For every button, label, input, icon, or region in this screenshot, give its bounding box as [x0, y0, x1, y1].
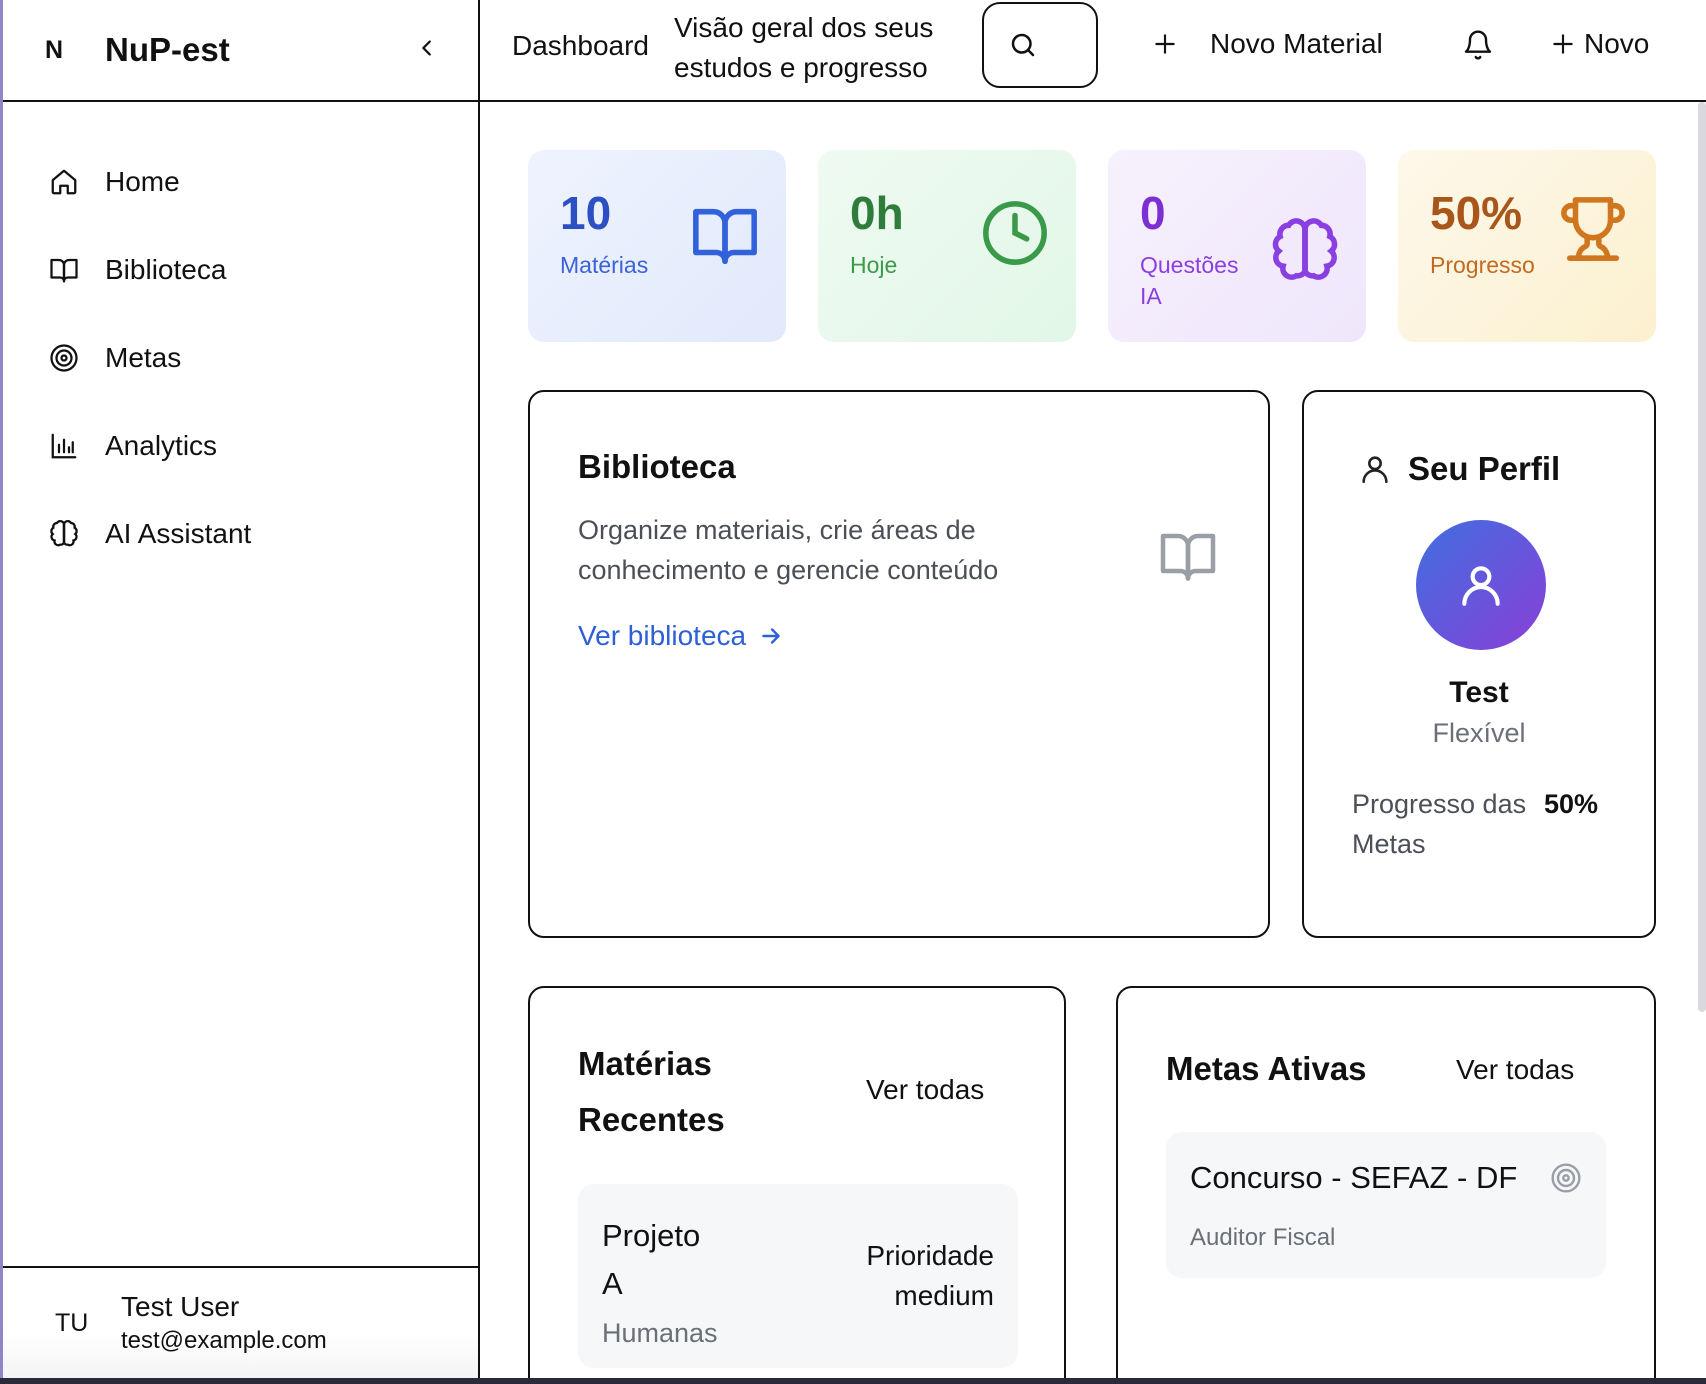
sidebar-item-ai-assistant[interactable]: AI Assistant	[3, 490, 478, 578]
view-all-goals-link[interactable]: Ver todas	[1456, 1054, 1574, 1086]
sidebar-item-analytics[interactable]: Analytics	[3, 402, 478, 490]
book-open-icon	[1160, 533, 1216, 581]
view-library-label: Ver biblioteca	[578, 620, 747, 651]
library-description: Organize materiais, crie áreas de conhec…	[578, 515, 999, 585]
recent-subjects-card: Matérias Recentes Ver todas Projeto A Hu…	[528, 986, 1066, 1378]
target-icon	[1551, 1163, 1581, 1193]
sidebar-item-home[interactable]: Home	[3, 138, 478, 226]
goals-progress-label: Progresso das Metas	[1352, 789, 1527, 859]
window-edge	[0, 1378, 1706, 1384]
search-button[interactable]	[982, 2, 1098, 88]
goal-role: Auditor Fiscal	[1190, 1224, 1336, 1251]
profile-card: Seu Perfil Test Flexível Progresso das M…	[1302, 390, 1656, 938]
app-window: N NuP-est Home Biblioteca Metas Analytic…	[0, 0, 1706, 1384]
user-name: Test User	[121, 1291, 240, 1322]
plus-icon	[1553, 34, 1573, 54]
library-title: Biblioteca	[578, 448, 736, 485]
stat-card-materias[interactable]: 10 Matérias	[528, 150, 786, 342]
top-bar: Dashboard Visão geral dos seus estudos e…	[480, 0, 1706, 102]
sidebar-item-metas[interactable]: Metas	[3, 314, 478, 402]
goals-progress-value: 50%	[1544, 789, 1599, 819]
subject-area: Humanas	[602, 1318, 718, 1348]
target-icon	[47, 341, 81, 375]
recent-subjects-title: Matérias Recentes	[578, 1045, 725, 1138]
trophy-icon	[1561, 197, 1625, 261]
page-subtitle: Visão geral dos seus estudos e progresso	[674, 12, 934, 83]
sidebar-item-label: Biblioteca	[105, 254, 227, 285]
subject-priority: Prioridade medium	[866, 1240, 994, 1311]
book-icon	[47, 253, 81, 287]
profile-name: Test	[1449, 676, 1509, 709]
search-icon	[1011, 33, 1035, 57]
active-goals-card: Metas Ativas Ver todas Concurso - SEFAZ …	[1116, 986, 1656, 1378]
user-info: Test User test@example.com	[121, 1291, 327, 1355]
list-item[interactable]: Concurso - SEFAZ - DF Auditor Fiscal	[1166, 1132, 1606, 1278]
plus-icon	[1155, 34, 1175, 54]
arrow-right-icon	[762, 628, 780, 644]
sidebar-item-label: Home	[105, 166, 180, 197]
notifications-button[interactable]	[1462, 28, 1496, 64]
stat-card-hoje[interactable]: 0h Hoje	[818, 150, 1076, 342]
sidebar-item-biblioteca[interactable]: Biblioteca	[3, 226, 478, 314]
user-profile-footer[interactable]: TU Test User test@example.com	[3, 1266, 478, 1378]
user-icon	[1362, 456, 1388, 484]
bell-icon	[1464, 30, 1492, 60]
new-label: Novo	[1584, 28, 1650, 59]
active-goals-title: Metas Ativas	[1166, 1050, 1367, 1087]
new-material-button[interactable]: Novo Material	[1152, 28, 1383, 60]
new-button[interactable]: Novo	[1550, 28, 1649, 60]
brain-icon	[1272, 218, 1338, 280]
user-icon	[1462, 566, 1500, 606]
app-logo: N	[45, 35, 64, 64]
app-title: NuP-est	[105, 31, 230, 68]
subject-name: Projeto A	[602, 1218, 701, 1301]
book-open-icon	[693, 208, 757, 265]
sidebar-item-label: Analytics	[105, 430, 218, 461]
collapse-sidebar-button[interactable]	[407, 28, 447, 68]
clock-icon	[983, 201, 1047, 265]
chevron-left-icon	[422, 40, 431, 56]
user-email: test@example.com	[121, 1327, 327, 1354]
brain-icon	[47, 517, 81, 551]
view-all-subjects-link[interactable]: Ver todas	[866, 1074, 984, 1106]
stat-label: Questões IA	[1140, 252, 1239, 309]
stat-card-questoes-ia[interactable]: 0 Questões IA	[1108, 150, 1366, 342]
list-item[interactable]: Projeto A Humanas Prioridade medium	[578, 1184, 1018, 1368]
sidebar-nav: Home Biblioteca Metas Analytics AI Assis…	[3, 102, 478, 578]
sidebar-header: N NuP-est	[3, 0, 478, 102]
sidebar-item-label: Metas	[105, 342, 182, 373]
stat-card-progresso[interactable]: 50% Progresso	[1398, 150, 1656, 342]
scrollbar[interactable]	[1698, 102, 1706, 1012]
avatar: TU	[55, 1308, 89, 1337]
bar-chart-icon	[47, 429, 81, 463]
window-edge	[0, 0, 3, 1384]
profile-type: Flexível	[1432, 718, 1526, 748]
profile-title: Seu Perfil	[1408, 450, 1561, 487]
new-material-label: Novo Material	[1210, 28, 1383, 59]
page-title: Dashboard	[512, 30, 649, 61]
view-library-link[interactable]: Ver biblioteca	[578, 620, 784, 652]
profile-avatar[interactable]	[1416, 520, 1546, 650]
home-icon	[47, 165, 81, 199]
sidebar: N NuP-est Home Biblioteca Metas Analytic…	[3, 0, 480, 1378]
sidebar-item-label: AI Assistant	[105, 518, 252, 549]
library-card: Biblioteca Organize materiais, crie área…	[528, 390, 1270, 938]
goal-name: Concurso - SEFAZ - DF	[1190, 1160, 1518, 1195]
main-content: 10 Matérias 0h Hoje 0 Questões IA 50% Pr…	[480, 102, 1706, 1378]
